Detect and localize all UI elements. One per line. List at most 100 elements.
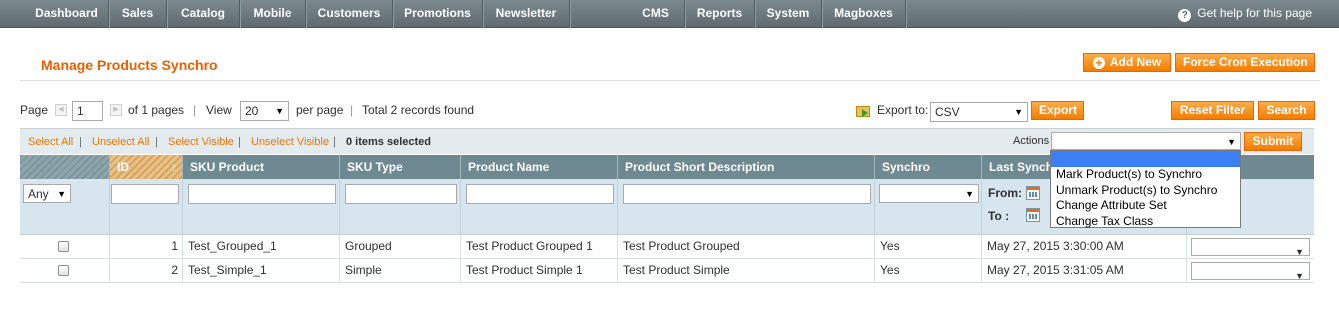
pager-separator: | — [350, 103, 354, 117]
reset-filter-button[interactable]: Reset Filter — [1171, 101, 1254, 120]
cell-id: 1 — [110, 235, 183, 259]
export-folder-icon — [856, 106, 870, 117]
page-label: Page — [20, 103, 49, 117]
help-label: Get help for this page — [1197, 6, 1312, 20]
unselect-all-link[interactable]: Unselect All — [92, 136, 149, 148]
actions-option-blank[interactable] — [1051, 151, 1240, 167]
export-format-value: CSV — [935, 105, 960, 119]
row-checkbox[interactable] — [58, 265, 69, 276]
chevron-down-icon: ▼ — [275, 106, 284, 116]
nav-system[interactable]: System — [755, 0, 822, 28]
actions-option-mark[interactable]: Mark Product(s) to Synchro — [1051, 167, 1240, 183]
actions-option-tax-class[interactable]: Change Tax Class — [1051, 214, 1240, 230]
filter-cell-sku-type — [340, 179, 461, 235]
chevron-down-icon: ▼ — [1295, 247, 1304, 257]
column-header-short-description[interactable]: Product Short Description — [618, 155, 875, 179]
nav-customers[interactable]: Customers — [306, 0, 393, 28]
filter-any-select[interactable]: Any ▼ — [23, 184, 71, 203]
force-cron-button[interactable]: Force Cron Execution — [1175, 53, 1315, 72]
row-action-select[interactable]: ▼ — [1191, 238, 1310, 257]
page-title: Manage Products Synchro — [41, 57, 218, 73]
export-button[interactable]: Export — [1031, 101, 1084, 120]
actions-select[interactable]: ▼ — [1051, 132, 1241, 150]
unselect-visible-link[interactable]: Unselect Visible — [251, 136, 329, 148]
row-checkbox-cell — [20, 259, 110, 283]
nav-mobile[interactable]: Mobile — [240, 0, 306, 28]
column-header-checkbox — [20, 155, 110, 179]
title-divider — [20, 80, 1320, 81]
add-new-label: Add New — [1109, 55, 1162, 69]
cell-sku-type: Simple — [340, 259, 461, 283]
help-link[interactable]: ? Get help for this page — [1178, 0, 1312, 28]
cell-id: 2 — [110, 259, 183, 283]
help-icon: ? — [1178, 9, 1192, 22]
cell-sku: Test_Simple_1 — [183, 259, 340, 283]
row-checkbox[interactable] — [58, 241, 69, 252]
view-label: View — [206, 103, 232, 117]
column-id-label: ID — [117, 160, 129, 174]
filter-product-name-input[interactable] — [466, 184, 614, 204]
pager-separator: | — [193, 103, 197, 117]
cell-last-synchro: May 27, 2015 3:31:05 AM — [982, 259, 1187, 283]
column-header-sku-type[interactable]: SKU Type — [340, 155, 461, 179]
cell-sku: Test_Grouped_1 — [183, 235, 340, 259]
prev-page-icon[interactable]: ◀ — [55, 104, 67, 116]
nav-newsletter[interactable]: Newsletter — [483, 0, 570, 28]
of-pages-label: of 1 pages — [128, 103, 185, 117]
column-header-id[interactable]: ID ↑ — [110, 155, 183, 179]
nav-magboxes[interactable]: Magboxes — [822, 0, 906, 28]
cell-last-synchro: May 27, 2015 3:30:00 AM — [982, 235, 1187, 259]
actions-dropdown-list: Mark Product(s) to Synchro Unmark Produc… — [1050, 150, 1241, 228]
table-row[interactable]: 2 Test_Simple_1 Simple Test Product Simp… — [20, 259, 1314, 283]
selected-count: 0 items selected — [346, 136, 431, 148]
sort-ascending-icon: ↑ — [171, 160, 177, 174]
cell-short-description: Test Product Grouped — [618, 235, 875, 259]
cell-action: ▼ — [1187, 235, 1314, 259]
per-page-value: 20 — [245, 104, 259, 118]
next-page-icon[interactable]: ▶ — [110, 104, 122, 116]
chevron-down-icon: ▼ — [57, 189, 66, 199]
cell-action: ▼ — [1187, 259, 1314, 283]
nav-catalog[interactable]: Catalog — [167, 0, 240, 28]
filter-cell-short-description — [618, 179, 875, 235]
chevron-down-icon: ▼ — [1014, 107, 1023, 117]
filter-any-value: Any — [28, 187, 49, 201]
filter-cell-sku — [183, 179, 340, 235]
filter-sku-type-input[interactable] — [345, 184, 457, 204]
column-header-synchro[interactable]: Synchro — [875, 155, 982, 179]
filter-cell-checkbox: Any ▼ — [20, 179, 110, 235]
filter-cell-synchro: ▼ — [875, 179, 982, 235]
actions-option-attribute-set[interactable]: Change Attribute Set — [1051, 198, 1240, 214]
filter-cell-id — [110, 179, 183, 235]
column-header-product-name[interactable]: Product Name — [461, 155, 618, 179]
cell-sku-type: Grouped — [340, 235, 461, 259]
nav-reports[interactable]: Reports — [685, 0, 755, 28]
page-number-input[interactable]: 1 — [72, 101, 103, 121]
nav-promotions[interactable]: Promotions — [393, 0, 483, 28]
filter-sku-input[interactable] — [188, 184, 336, 204]
nav-cms[interactable]: CMS — [627, 0, 685, 28]
submit-button[interactable]: Submit — [1244, 132, 1302, 151]
filter-short-description-input[interactable] — [623, 184, 871, 204]
per-page-select[interactable]: 20 ▼ — [240, 101, 289, 121]
nav-dashboard[interactable]: Dashboard — [25, 0, 109, 28]
table-row[interactable]: 1 Test_Grouped_1 Grouped Test Product Gr… — [20, 235, 1314, 259]
row-action-select[interactable]: ▼ — [1191, 262, 1310, 281]
select-visible-link[interactable]: Select Visible — [168, 136, 234, 148]
chevron-down-icon: ▼ — [965, 189, 974, 199]
cell-synchro: Yes — [875, 235, 982, 259]
search-button[interactable]: Search — [1258, 101, 1315, 120]
calendar-icon[interactable] — [1026, 186, 1040, 200]
nav-sales[interactable]: Sales — [109, 0, 167, 28]
calendar-icon[interactable] — [1026, 208, 1040, 222]
actions-option-unmark[interactable]: Unmark Product(s) to Synchro — [1051, 183, 1240, 199]
select-all-link[interactable]: Select All — [28, 136, 73, 148]
filter-synchro-select[interactable]: ▼ — [879, 184, 979, 203]
filter-to-label: To : — [988, 209, 1010, 223]
filter-cell-product-name — [461, 179, 618, 235]
add-new-button[interactable]: + Add New — [1083, 53, 1171, 72]
filter-id-input[interactable] — [111, 184, 179, 204]
export-format-select[interactable]: CSV ▼ — [930, 102, 1028, 122]
column-header-sku[interactable]: SKU Product — [183, 155, 340, 179]
